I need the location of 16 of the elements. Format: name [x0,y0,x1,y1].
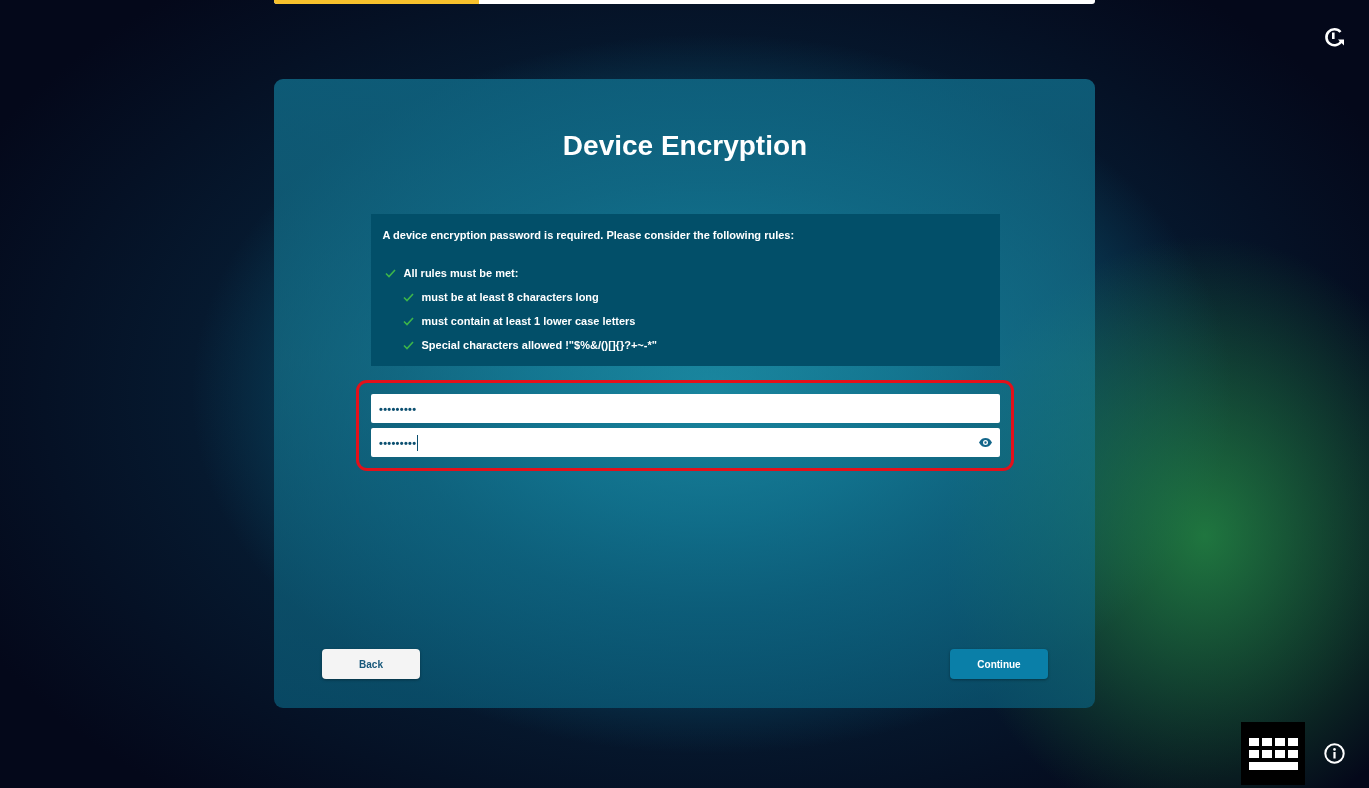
dialog-title: Device Encryption [562,129,808,163]
info-icon[interactable] [1324,743,1345,764]
keyboard-icon[interactable] [1241,722,1305,785]
circular-arrow-icon[interactable] [1323,26,1345,48]
password-value: ••••••••• [379,436,417,449]
rule-text: must contain at least 1 lower case letters [421,314,636,328]
password-field[interactable]: ••••••••• [371,394,1000,423]
password-value: ••••••••• [379,402,417,415]
rule-text: All rules must be met: [403,266,519,280]
continue-button[interactable]: Continue [950,649,1048,679]
rule-text: Special characters allowed !"$%&/()[]{}?+~-*" [421,338,657,352]
intro-text: A device encryption password is required. Please consider the following rules: [382,228,796,242]
eye-icon[interactable] [979,438,992,447]
password-field[interactable]: ••••••••• [371,428,1000,457]
rule-text: must be at least 8 characters long [421,290,599,304]
back-button[interactable]: Back [322,649,420,679]
